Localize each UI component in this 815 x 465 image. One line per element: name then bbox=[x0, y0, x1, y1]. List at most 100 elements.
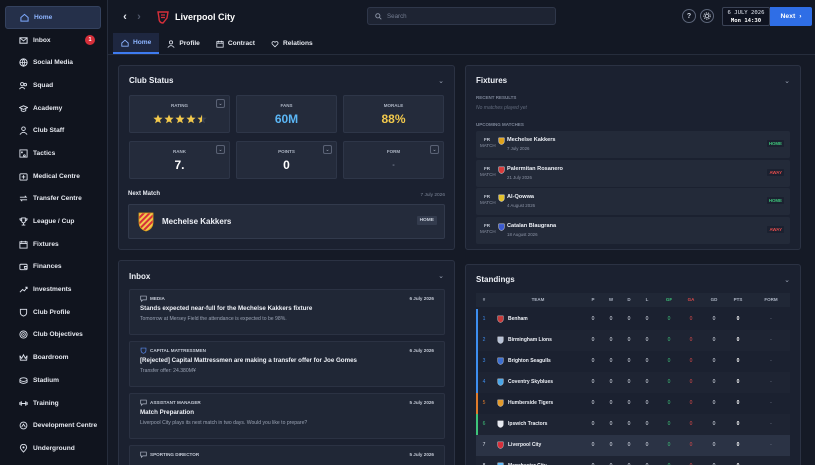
fixture-opponent: Mechelse Kakkers bbox=[507, 137, 556, 143]
stat-label: FORM bbox=[386, 149, 401, 154]
tab-label: Relations bbox=[282, 40, 313, 47]
column-header-form[interactable]: FORM bbox=[761, 297, 781, 302]
cell-ga: 0 bbox=[689, 421, 693, 427]
sidebar-item-stadium[interactable]: Stadium bbox=[5, 369, 101, 392]
stat-label: MORALE bbox=[383, 103, 404, 108]
inbox-message[interactable]: MEDIA 6 July 2026 Stands expected near-f… bbox=[129, 289, 445, 335]
column-header-gf[interactable]: GF bbox=[659, 297, 679, 302]
sidebar-item-tactics[interactable]: Tactics bbox=[5, 142, 101, 165]
cell-l: 0 bbox=[645, 421, 649, 427]
message-date: 5 July 2026 bbox=[409, 452, 434, 457]
fixture-row[interactable]: FR MATCH Mechelse Kakkers 7 July 2026 HOM… bbox=[476, 131, 790, 158]
cell-gd: 0 bbox=[712, 358, 716, 364]
team-crest-icon bbox=[497, 357, 504, 365]
message-subject: [Rejected] Capital Mattressmen are makin… bbox=[140, 357, 357, 364]
collapse-chevron-icon[interactable]: ⌄ bbox=[438, 77, 444, 85]
column-header-l[interactable]: L bbox=[637, 297, 657, 302]
column-header-d[interactable]: D bbox=[619, 297, 639, 302]
sidebar-item-training[interactable]: Training bbox=[5, 392, 101, 415]
sidebar-item-social-media[interactable]: Social Media bbox=[5, 51, 101, 74]
game-date-display: 6 JULY 2026 Mon 14:30 bbox=[722, 7, 770, 26]
tab-home[interactable]: Home bbox=[113, 33, 160, 54]
column-header-gd[interactable]: GD bbox=[704, 297, 724, 302]
standings-row[interactable]: 2 Birmingham Lions 0 0 0 0 0 0 0 0- bbox=[476, 330, 790, 351]
standings-row[interactable]: 4 Coventry Skyblues 0 0 0 0 0 0 0 0- bbox=[476, 372, 790, 393]
standings-row[interactable]: 6 Ipswich Tractors 0 0 0 0 0 0 0 0- bbox=[476, 414, 790, 435]
cell-w: 0 bbox=[609, 337, 613, 343]
collapse-chevron-icon[interactable]: ⌄ bbox=[784, 276, 790, 284]
tab-relations[interactable]: Relations bbox=[263, 33, 321, 54]
sidebar-item-fixtures[interactable]: Fixtures bbox=[5, 233, 101, 256]
column-header-pos[interactable]: # bbox=[474, 297, 494, 302]
collapse-chevron-icon[interactable]: ⌄ bbox=[784, 77, 790, 85]
settings-button[interactable] bbox=[700, 9, 714, 23]
sidebar-item-transfer-centre[interactable]: Transfer Centre bbox=[5, 188, 101, 211]
sidebar-item-club-profile[interactable]: Club Profile bbox=[5, 301, 101, 324]
column-header-team[interactable]: TEAM bbox=[528, 297, 548, 302]
sidebar-item-squad[interactable]: Squad bbox=[5, 74, 101, 97]
fixture-competition: FR MATCH bbox=[480, 137, 496, 149]
cell-p: 0 bbox=[591, 421, 595, 427]
recent-results-empty: No matches played yet bbox=[476, 105, 527, 111]
sidebar-item-finances[interactable]: Finances bbox=[5, 256, 101, 279]
cell-l: 0 bbox=[645, 442, 649, 448]
cell-form: - bbox=[770, 337, 772, 343]
standings-row[interactable]: 7 Liverpool City 0 0 0 0 0 0 0 0- bbox=[476, 435, 790, 456]
sidebar-item-development-centre[interactable]: Development Centre bbox=[5, 414, 101, 437]
column-header-w[interactable]: W bbox=[601, 297, 621, 302]
fixture-row[interactable]: FR MATCH Palermitan Rosanero 21 July 2026… bbox=[476, 159, 790, 187]
sidebar-item-medical-centre[interactable]: Medical Centre bbox=[5, 165, 101, 188]
collapse-chevron-icon[interactable]: ⌄ bbox=[438, 272, 444, 280]
fixture-row[interactable]: FR MATCH Catalan Blaugrana 18 August 2026… bbox=[476, 216, 790, 244]
sidebar-item-academy[interactable]: Academy bbox=[5, 97, 101, 120]
tab-profile[interactable]: Profile bbox=[159, 33, 208, 54]
fixture-date: 21 July 2026 bbox=[507, 174, 532, 180]
inbox-message[interactable]: CAPITAL MATTRESSMEN 6 July 2026 [Rejecte… bbox=[129, 341, 445, 387]
sidebar-item-club-staff[interactable]: Club Staff bbox=[5, 119, 101, 142]
stat-dropdown-chevron-icon[interactable]: ⌄ bbox=[216, 145, 225, 154]
standings-row[interactable]: 1 Benham 0 0 0 0 0 0 0 0- bbox=[476, 309, 790, 330]
next-match-card[interactable]: Mechelse Kakkers HOME bbox=[128, 204, 445, 239]
sidebar-item-home[interactable]: Home bbox=[5, 6, 101, 29]
back-arrow-icon[interactable]: ‹ bbox=[118, 10, 132, 24]
cell-w: 0 bbox=[609, 442, 613, 448]
next-button[interactable]: Next › bbox=[770, 7, 812, 26]
sidebar-item-boardroom[interactable]: Boardroom bbox=[5, 346, 101, 369]
fixture-row[interactable]: FR MATCH Al-Qowwa 4 August 2026 HOME bbox=[476, 188, 790, 215]
help-button[interactable]: ? bbox=[682, 9, 696, 23]
stat-dropdown-chevron-icon[interactable]: ⌄ bbox=[216, 99, 225, 108]
stat-card-form: FORM - ⌄ bbox=[343, 141, 444, 179]
cell-gd: 0 bbox=[712, 442, 716, 448]
cell-w: 0 bbox=[609, 400, 613, 406]
stat-dropdown-chevron-icon[interactable]: ⌄ bbox=[430, 145, 439, 154]
tab-label: Home bbox=[133, 39, 152, 46]
stat-card-rating: RATING ⌄ bbox=[129, 95, 230, 133]
sidebar-item-investments[interactable]: Investments bbox=[5, 278, 101, 301]
message-body: Transfer offer: 24.380M¥ bbox=[140, 368, 196, 374]
search-input[interactable]: Search bbox=[367, 7, 556, 25]
inbox-message[interactable]: ASSISTANT MANAGER 5 July 2026 Match Prep… bbox=[129, 393, 445, 439]
forward-arrow-icon[interactable]: › bbox=[132, 10, 146, 24]
club-header[interactable]: Liverpool City bbox=[156, 10, 235, 24]
sidebar-item-underground[interactable]: Underground bbox=[5, 437, 101, 460]
standings-row[interactable]: 5 Humberside Tigers 0 0 0 0 0 0 0 0- bbox=[476, 393, 790, 414]
cell-p: 0 bbox=[591, 337, 595, 343]
sidebar-item-league-cup[interactable]: League / Cup bbox=[5, 210, 101, 233]
stat-dropdown-chevron-icon[interactable]: ⌄ bbox=[323, 145, 332, 154]
heart-icon bbox=[271, 40, 279, 47]
cell-ga: 0 bbox=[689, 400, 693, 406]
stat-card-points: POINTS 0 ⌄ bbox=[236, 141, 337, 179]
column-header-ga[interactable]: GA bbox=[681, 297, 701, 302]
next-match-team: Mechelse Kakkers bbox=[162, 217, 232, 226]
stat-label: RATING bbox=[171, 103, 188, 108]
sidebar-item-inbox[interactable]: Inbox 1 bbox=[5, 29, 101, 52]
column-header-p[interactable]: P bbox=[583, 297, 603, 302]
inbox-message[interactable]: SPORTING DIRECTOR 5 July 2026 bbox=[129, 445, 445, 465]
tab-contract[interactable]: Contract bbox=[208, 33, 263, 54]
standings-row[interactable]: 8Manchester City00000000- bbox=[476, 456, 790, 465]
column-header-pts[interactable]: PTS bbox=[728, 297, 748, 302]
next-button-label: Next bbox=[780, 13, 796, 20]
sidebar-item-club-objectives[interactable]: Club Objectives bbox=[5, 324, 101, 347]
standings-row[interactable]: 3 Brighton Seagulls 0 0 0 0 0 0 0 0- bbox=[476, 351, 790, 372]
chevron-right-icon: › bbox=[799, 13, 802, 20]
